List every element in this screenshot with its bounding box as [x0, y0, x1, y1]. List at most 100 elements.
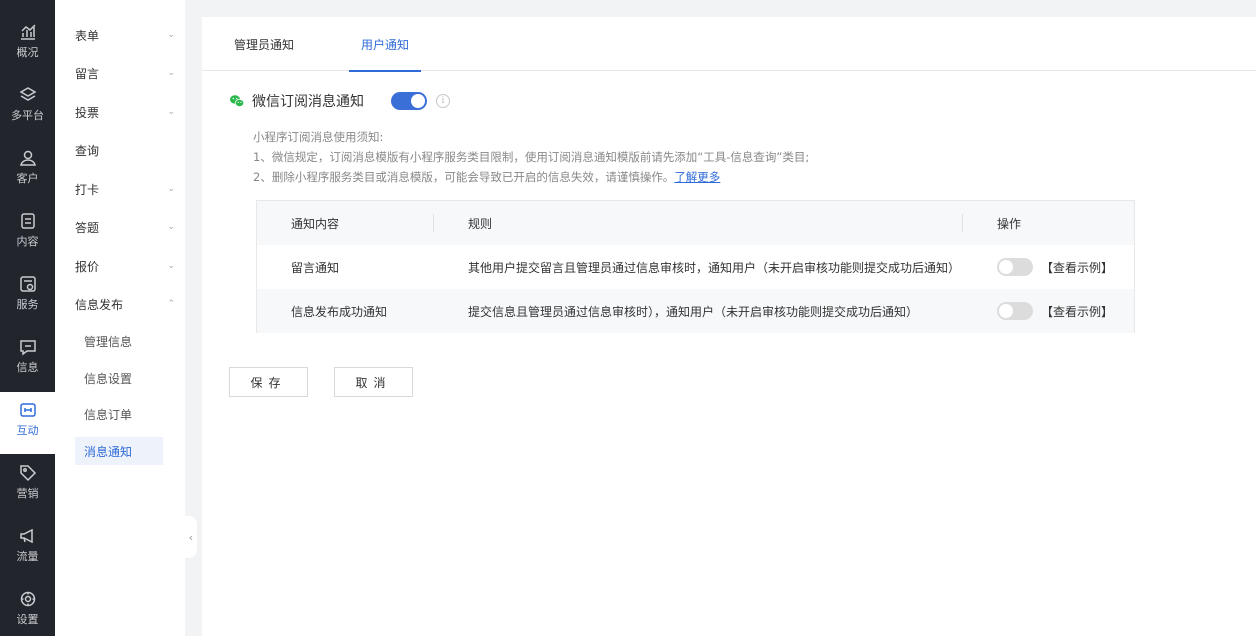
chevron-down-icon: ⌄ — [167, 222, 175, 232]
subnav-label: 报价 — [75, 259, 100, 274]
subnav-label: 留言 — [75, 66, 100, 81]
wechat-subscribe-row: 微信订阅消息通知 i — [229, 89, 450, 113]
subnav-label: 信息发布 — [75, 297, 124, 312]
subnav-item-query[interactable]: 查询 — [75, 140, 175, 160]
rail-label: 多平台 — [11, 109, 44, 122]
secondary-nav: 表单 ⌄ 留言 ⌄ 投票 ⌄ 查询 打卡 ⌄ 答题 ⌄ 报价 ⌄ 信息发布 ⌃ … — [55, 0, 185, 636]
header-rule: 规则 — [468, 216, 493, 231]
notes-line-2: 2、删除小程序服务类目或消息模版，可能会导致已开启的信息失效，请谨慎操作。 — [253, 170, 675, 184]
table-header-row: 通知内容 规则 操作 — [257, 201, 1134, 245]
rail-item-content[interactable]: 内容 — [0, 203, 55, 265]
rail-label: 服务 — [16, 298, 39, 311]
subnav-label: 查询 — [75, 143, 100, 158]
notes-heading: 小程序订阅消息使用须知: — [253, 130, 384, 144]
subnav-child-message-notify[interactable]: 消息通知 — [75, 437, 163, 465]
save-button[interactable]: 保存 — [229, 367, 308, 397]
layers-icon — [18, 87, 37, 101]
chart-icon — [20, 24, 36, 40]
subnav-child-label: 信息设置 — [84, 371, 133, 386]
subnav-item-checkin[interactable]: 打卡 ⌄ — [75, 179, 175, 199]
subnav-child-info-orders[interactable]: 信息订单 — [75, 400, 163, 428]
table-row: 留言通知 其他用户提交留言且管理员通过信息审核时，通知用户（未开启审核功能则提交… — [257, 245, 1134, 289]
header-action: 操作 — [997, 216, 1022, 231]
toggle-knob — [999, 260, 1013, 274]
row-content: 留言通知 — [291, 260, 340, 275]
rail-label: 客户 — [16, 172, 39, 185]
wechat-subscribe-title: 微信订阅消息通知 — [252, 94, 364, 110]
wechat-subscribe-toggle[interactable] — [391, 92, 427, 110]
rail-item-traffic[interactable]: 流量 — [0, 518, 55, 580]
rail-label: 设置 — [16, 613, 39, 626]
view-example-link[interactable]: 【查看示例】 — [1041, 303, 1113, 320]
subnav-item-info-publish[interactable]: 信息发布 ⌃ — [75, 294, 175, 314]
row-actions: 【查看示例】 — [997, 245, 1113, 289]
notification-table: 通知内容 规则 操作 留言通知 其他用户提交留言且管理员通过信息审核时，通知用户… — [256, 200, 1135, 333]
collapse-sidebar-handle[interactable]: ‹ — [185, 516, 197, 558]
row-content: 信息发布成功通知 — [291, 304, 388, 319]
notification-tabs: 管理员通知 用户通知 — [202, 17, 1256, 72]
subnav-label: 答题 — [75, 220, 100, 235]
chevron-down-icon: ⌄ — [167, 261, 175, 271]
subnav-item-vote[interactable]: 投票 ⌄ — [75, 102, 175, 122]
rail-item-interact[interactable]: 互动 — [0, 392, 55, 454]
rail-label: 营销 — [16, 487, 39, 500]
subnav-label: 投票 — [75, 105, 100, 120]
rail-label: 互动 — [16, 424, 39, 437]
user-icon — [19, 150, 36, 166]
subnav-child-label: 消息通知 — [84, 444, 133, 459]
rail-label: 信息 — [16, 361, 39, 374]
rail-label: 概况 — [16, 46, 39, 59]
megaphone-icon — [19, 528, 33, 544]
chevron-left-icon: ‹ — [188, 530, 194, 544]
row-rule: 其他用户提交留言且管理员通过信息审核时，通知用户（未开启审核功能则提交成功后通知… — [468, 260, 961, 275]
interact-icon — [19, 403, 36, 417]
main-rail: 概况 多平台 客户 内容 服务 信息 互动 营销 流量 设置 — [0, 0, 55, 636]
rail-item-multiplatform[interactable]: 多平台 — [0, 77, 55, 139]
subnav-child-info-settings[interactable]: 信息设置 — [75, 364, 163, 392]
chevron-down-icon: ⌄ — [167, 68, 175, 78]
table-row: 信息发布成功通知 提交信息且管理员通过信息审核时），通知用户（未开启审核功能则提… — [257, 289, 1134, 333]
subnav-label: 表单 — [75, 28, 100, 43]
rail-item-customer[interactable]: 客户 — [0, 140, 55, 202]
rail-item-message[interactable]: 信息 — [0, 329, 55, 391]
wechat-icon — [230, 95, 245, 107]
rail-item-service[interactable]: 服务 — [0, 266, 55, 328]
settings-icon — [20, 591, 35, 607]
notes-line-2-wrap: 2、删除小程序服务类目或消息模版，可能会导致已开启的信息失效，请谨慎操作。了解更… — [253, 167, 809, 187]
rail-item-marketing[interactable]: 营销 — [0, 455, 55, 517]
tag-icon — [19, 465, 36, 482]
chevron-up-icon: ⌃ — [167, 299, 175, 309]
column-divider — [962, 214, 963, 232]
row-notify-toggle[interactable] — [997, 258, 1033, 276]
view-example-link[interactable]: 【查看示例】 — [1041, 259, 1113, 276]
subnav-child-label: 管理信息 — [84, 334, 133, 349]
subnav-item-quote[interactable]: 报价 ⌄ — [75, 256, 175, 276]
document-icon — [20, 213, 35, 229]
column-divider — [433, 214, 434, 232]
header-content: 通知内容 — [291, 216, 340, 231]
main-panel: 管理员通知 用户通知 微信订阅消息通知 i 小程序订阅消息使用须知: 1、微信规… — [202, 17, 1256, 636]
rail-item-settings[interactable]: 设置 — [0, 581, 55, 636]
subnav-item-message-board[interactable]: 留言 ⌄ — [75, 63, 175, 83]
info-icon[interactable]: i — [436, 94, 450, 108]
cancel-button[interactable]: 取消 — [334, 367, 413, 397]
row-notify-toggle[interactable] — [997, 302, 1033, 320]
tab-admin-notify[interactable]: 管理员通知 — [228, 17, 300, 71]
rail-label: 内容 — [16, 235, 39, 248]
subnav-item-form[interactable]: 表单 ⌄ — [75, 25, 175, 45]
subnav-item-quiz[interactable]: 答题 ⌄ — [75, 217, 175, 237]
service-icon — [19, 276, 36, 292]
row-actions: 【查看示例】 — [997, 289, 1113, 333]
subnav-child-label: 信息订单 — [84, 407, 133, 422]
tab-user-notify[interactable]: 用户通知 — [349, 17, 421, 72]
chevron-down-icon: ⌄ — [167, 107, 175, 117]
chevron-down-icon: ⌄ — [167, 184, 175, 194]
row-rule: 提交信息且管理员通过信息审核时），通知用户（未开启审核功能则提交成功后通知） — [468, 304, 919, 319]
usage-notes: 小程序订阅消息使用须知: 1、微信规定，订阅消息模版有小程序服务类目限制，使用订… — [253, 127, 809, 187]
learn-more-link[interactable]: 了解更多 — [674, 170, 720, 184]
toggle-knob — [999, 304, 1013, 318]
toggle-knob — [411, 94, 425, 108]
subnav-child-manage-info[interactable]: 管理信息 — [75, 327, 163, 355]
rail-label: 流量 — [16, 550, 39, 563]
rail-item-overview[interactable]: 概况 — [0, 14, 55, 76]
